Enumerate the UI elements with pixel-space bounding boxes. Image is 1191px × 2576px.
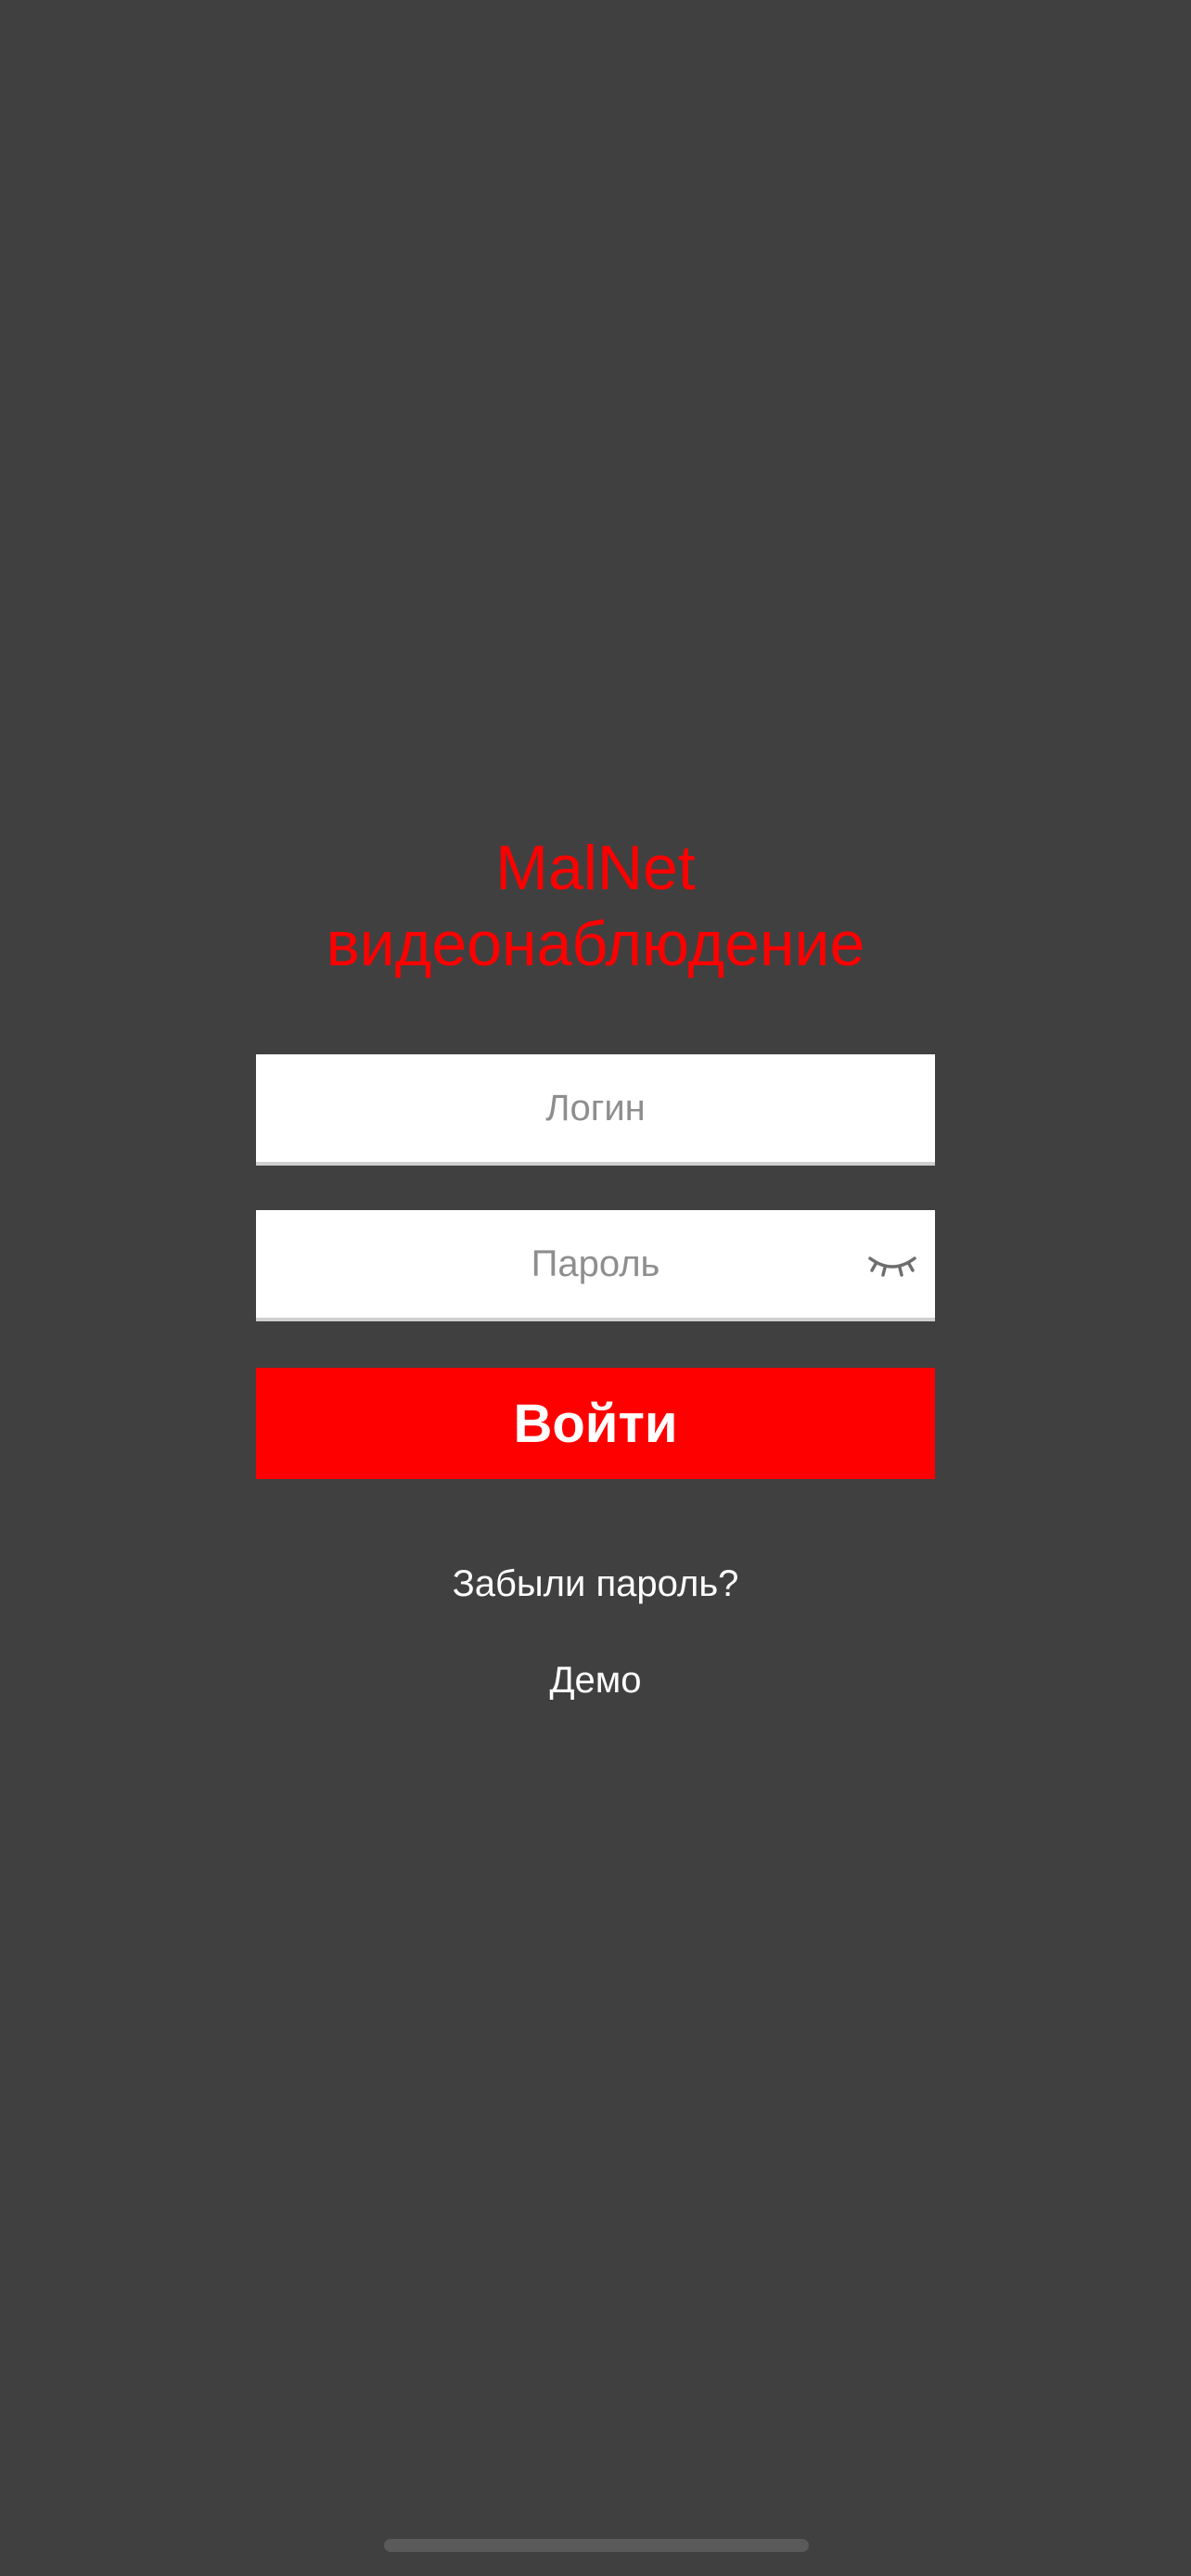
forgot-password-link[interactable]: Забыли пароль? xyxy=(0,1563,1191,1605)
app-title: MalNet видеонаблюдение xyxy=(0,830,1191,982)
demo-link[interactable]: Демо xyxy=(0,1660,1191,1702)
app-title-line2: видеонаблюдение xyxy=(326,909,865,979)
password-field-container xyxy=(256,1210,935,1321)
login-field-container xyxy=(256,1054,935,1166)
login-button[interactable]: Войти xyxy=(256,1368,935,1479)
password-input[interactable] xyxy=(256,1210,935,1318)
login-input[interactable] xyxy=(256,1054,935,1162)
app-title-line1: MalNet xyxy=(495,833,696,903)
home-indicator xyxy=(384,2539,809,2552)
eye-closed-icon[interactable] xyxy=(866,1242,918,1286)
